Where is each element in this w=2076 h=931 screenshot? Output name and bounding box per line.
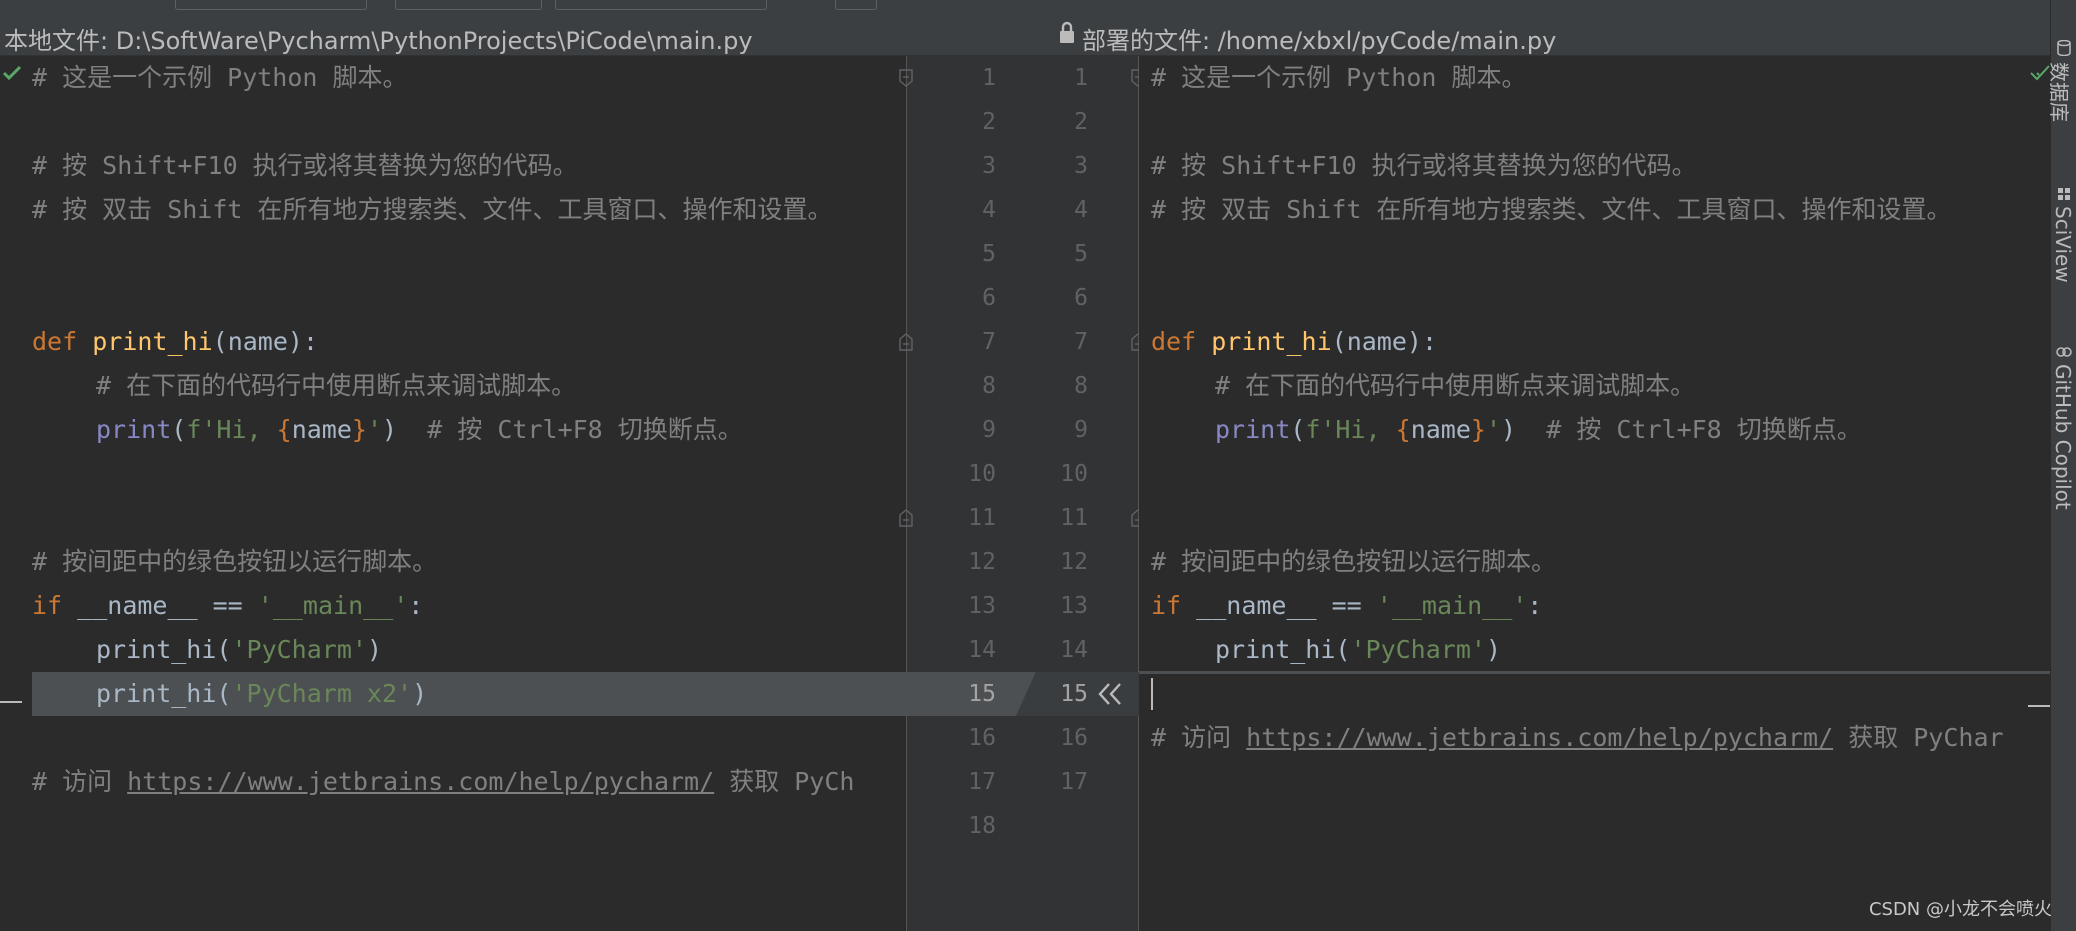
remote-editor-pane[interactable]: # 这是一个示例 Python 脚本。 # 按 Shift+F10 执行或将其替… — [1139, 56, 2050, 931]
right-line-number: 6 — [1074, 285, 1088, 311]
left-line-number: 1 — [982, 65, 996, 91]
change-marker — [0, 701, 22, 703]
right-line-number: 7 — [1074, 329, 1088, 355]
code-line-17: # 访问 https://www.jetbrains.com/help/pych… — [32, 767, 855, 796]
sciview-icon — [2058, 188, 2070, 200]
code-line-4: # 按 双击 Shift 在所有地方搜索类、文件、工具窗口、操作和设置。 — [32, 195, 833, 224]
code-line-14: print_hi('PyCharm') — [1215, 635, 1501, 664]
left-line-number: 18 — [968, 813, 996, 839]
code-line-3: # 按 Shift+F10 执行或将其替换为您的代码。 — [1151, 151, 1697, 180]
left-line-number: 9 — [982, 417, 996, 443]
tab-sciview-label[interactable]: SciView — [2051, 206, 2075, 283]
left-line-number: 3 — [982, 153, 996, 179]
code-line-15-added: print_hi('PyCharm x2') — [32, 672, 906, 716]
left-line-number: 15 — [968, 681, 996, 707]
code-line-9: print(f'Hi, {name}') # 按 Ctrl+F8 切换断点。 — [1215, 415, 1862, 444]
left-line-number: 14 — [968, 637, 996, 663]
code-line-8: # 在下面的代码行中使用断点来调试脚本。 — [96, 371, 577, 400]
code-line-15[interactable] — [1139, 672, 2050, 716]
toolbar-button[interactable] — [835, 0, 877, 10]
text-caret — [1151, 678, 1153, 710]
database-tab[interactable] — [2057, 39, 2071, 60]
right-line-number: 10 — [1060, 461, 1088, 487]
code-line-13: if __name__ == '__main__': — [1151, 591, 1543, 620]
change-marker — [2028, 705, 2050, 707]
code-line-3: # 按 Shift+F10 执行或将其替换为您的代码。 — [32, 151, 578, 180]
right-line-number: 2 — [1074, 109, 1088, 135]
code-line-1: # 这是一个示例 Python 脚本。 — [1151, 63, 1527, 92]
left-line-number: 2 — [982, 109, 996, 135]
right-line-number: 1 — [1074, 65, 1088, 91]
right-line-number: 3 — [1074, 153, 1088, 179]
right-line-number: 16 — [1060, 725, 1088, 751]
tab-database-label[interactable]: 数据库 — [2046, 62, 2075, 122]
toolbar-combo-3[interactable] — [555, 0, 767, 10]
code-line-13: if __name__ == '__main__': — [32, 591, 424, 620]
left-line-number: 17 — [968, 769, 996, 795]
right-line-number: 8 — [1074, 373, 1088, 399]
code-line-7: def print_hi(name): — [1151, 327, 1437, 356]
help-link[interactable]: https://www.jetbrains.com/help/pycharm/ — [1246, 723, 1833, 752]
local-file-path: 本地文件: D:\SoftWare\Pycharm\PythonProjects… — [4, 27, 753, 55]
right-line-number: 13 — [1060, 593, 1088, 619]
right-line-number: 5 — [1074, 241, 1088, 267]
help-link[interactable]: https://www.jetbrains.com/help/pycharm/ — [127, 767, 714, 796]
right-line-number: 14 — [1060, 637, 1088, 663]
code-line-7: def print_hi(name): — [32, 327, 318, 356]
deployed-file-path: 部署的文件: /home/xbxl/pyCode/main.py — [1082, 27, 1557, 55]
code-line-1: # 这是一个示例 Python 脚本。 — [32, 63, 408, 92]
left-line-number: 4 — [982, 197, 996, 223]
left-line-number: 6 — [982, 285, 996, 311]
left-line-number: 11 — [968, 505, 996, 531]
code-line-4: # 按 双击 Shift 在所有地方搜索类、文件、工具窗口、操作和设置。 — [1151, 195, 1952, 224]
left-line-number: 12 — [968, 549, 996, 575]
watermark: CSDN @小龙不会喷火 — [1868, 899, 2052, 920]
toolbar-cutoff — [0, 0, 2076, 13]
apply-left-icon[interactable] — [1096, 682, 1124, 706]
copilot-tab[interactable] — [2056, 344, 2072, 363]
left-line-number: 7 — [982, 329, 996, 355]
right-line-number: 15 — [1060, 681, 1088, 707]
code-line-14: print_hi('PyCharm') — [96, 635, 382, 664]
database-icon — [2057, 39, 2071, 57]
tab-copilot-label[interactable]: GitHub Copilot — [2051, 364, 2075, 510]
code-line-12: # 按间距中的绿色按钮以运行脚本。 — [1151, 547, 1557, 576]
left-line-number: 16 — [968, 725, 996, 751]
right-line-number: 11 — [1060, 505, 1088, 531]
code-line-12: # 按间距中的绿色按钮以运行脚本。 — [32, 547, 438, 576]
right-line-number: 4 — [1074, 197, 1088, 223]
toolbar-combo-1[interactable] — [175, 0, 367, 10]
fold-marker-icon[interactable] — [899, 333, 913, 351]
diff-gutter: 1 2 3 4 5 6 7 8 9 10 11 12 13 14 15 16 17 18 1 2 3 4 5 6 7 8 9 10 1… — [899, 56, 1145, 931]
local-editor-pane[interactable]: # 这是一个示例 Python 脚本。 # 按 Shift+F10 执行或将其替… — [0, 56, 906, 931]
fold-marker-icon[interactable] — [899, 69, 913, 87]
copilot-icon — [2056, 347, 2072, 357]
code-line-16: # 访问 https://www.jetbrains.com/help/pych… — [1151, 723, 2004, 752]
left-line-number: 10 — [968, 461, 996, 487]
right-line-number: 17 — [1060, 769, 1088, 795]
right-line-number: 9 — [1074, 417, 1088, 443]
diff-header: 本地文件: D:\SoftWare\Pycharm\PythonProjects… — [0, 13, 2050, 56]
toolbar-combo-2[interactable] — [395, 0, 542, 10]
lock-icon — [1060, 21, 1074, 43]
right-tool-sidebar: 数据库 SciView GitHub Copilot — [2047, 0, 2076, 931]
sciview-tab[interactable] — [2057, 186, 2071, 205]
fold-marker-icon[interactable] — [899, 509, 913, 527]
left-line-number: 8 — [982, 373, 996, 399]
code-line-9: print(f'Hi, {name}') # 按 Ctrl+F8 切换断点。 — [96, 415, 743, 444]
left-line-number: 5 — [982, 241, 996, 267]
right-line-number: 12 — [1060, 549, 1088, 575]
left-line-number: 13 — [968, 593, 996, 619]
code-line-8: # 在下面的代码行中使用断点来调试脚本。 — [1215, 371, 1696, 400]
